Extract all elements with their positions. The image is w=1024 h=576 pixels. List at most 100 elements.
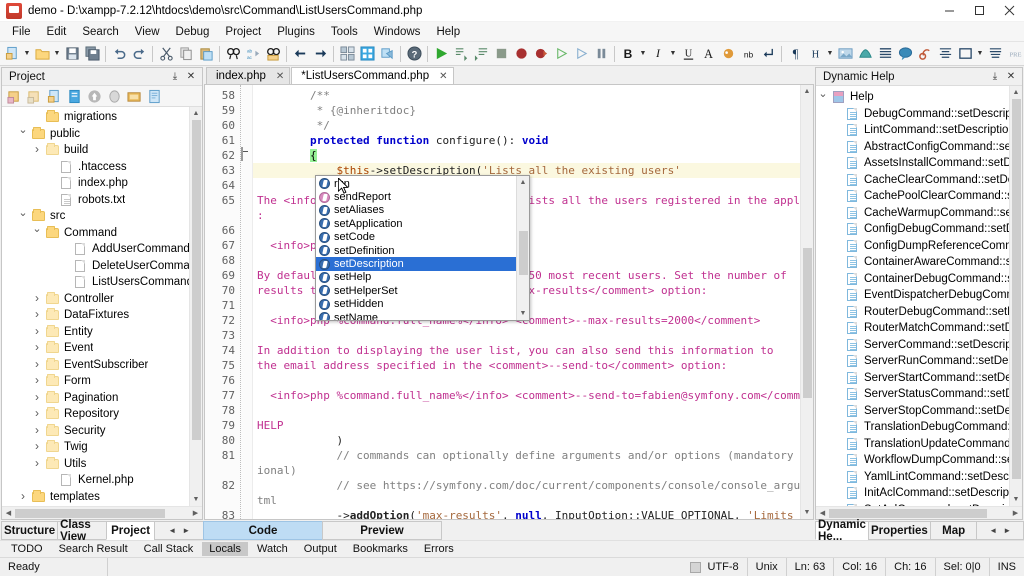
help-tree-item[interactable]: CachePoolClearCommand::setDescrip [816,188,1022,205]
help-tree-item[interactable]: DebugCommand::setDescription met [816,106,1022,123]
close-button[interactable] [994,0,1024,22]
code-line[interactable]: HELP [253,418,813,433]
help-tree-item[interactable]: ServerStatusCommand::setDescriptio [816,386,1022,403]
help-tree-item[interactable]: CacheClearCommand::setDescription [816,172,1022,189]
menu-item-plugins[interactable]: Plugins [269,23,323,41]
help-tree-item[interactable]: InitAclCommand::setDescription met [816,485,1022,502]
tree-item-robots-txt[interactable]: robots.txt [2,192,202,209]
menu-item-tools[interactable]: Tools [323,23,366,41]
pin-icon[interactable]: ⤓ [989,71,1001,82]
pin-icon[interactable]: ⤓ [169,71,181,82]
grid-icon[interactable] [337,44,357,64]
maximize-button[interactable] [964,0,994,22]
autocomplete-scrollbar[interactable]: ▲ ▼ [516,176,529,320]
tree-item-repository[interactable]: Repository [2,406,202,423]
tree-item-addusercommand-php[interactable]: AddUserCommand.php [2,241,202,258]
menu-item-edit[interactable]: Edit [39,23,75,41]
menu-item-project[interactable]: Project [217,23,269,41]
help-tree-item[interactable]: ServerCommand::setDescription met [816,337,1022,354]
chevron-right-icon[interactable] [30,372,44,390]
help-tree-item[interactable]: RouterMatchCommand::setDescriptio [816,320,1022,337]
tree-item-utils[interactable]: Utils [2,456,202,473]
undo-icon[interactable] [109,44,129,64]
folder-options-icon[interactable] [124,87,144,106]
tool-tab-output[interactable]: Output [297,542,344,556]
scroll-right-icon[interactable]: ► [179,526,193,535]
chevron-right-icon[interactable] [30,389,44,407]
fold-gutter[interactable] [241,85,253,519]
editor-tab[interactable]: index.php ✕ [206,67,291,84]
heading-icon[interactable]: H [805,44,825,64]
scroll-right-icon[interactable]: ▶ [189,507,202,520]
pause-icon[interactable] [591,44,611,64]
dock-tab-nav[interactable]: ◄ ► [154,521,204,540]
help-tree-item[interactable]: ServerRunCommand::setDescription [816,353,1022,370]
help-tree-item[interactable]: ContainerDebugCommand::setDescri [816,271,1022,288]
chevron-right-icon[interactable] [30,405,44,423]
help-tree-item[interactable]: YamlLintCommand::setDescription m [816,469,1022,486]
tool-tab-errors[interactable]: Errors [417,542,461,556]
breakpoint-icon[interactable] [511,44,531,64]
tree-item-tests[interactable]: tests [2,505,202,506]
status-line-ending[interactable]: Unix [748,557,787,576]
chevron-down-icon[interactable]: ▼ [22,44,32,64]
breakpoint-remove-icon[interactable] [531,44,551,64]
italic-icon[interactable]: I [648,44,668,64]
menu-item-file[interactable]: File [4,23,39,41]
autocomplete-item[interactable]: setName [316,311,516,320]
chevron-down-icon[interactable]: ▼ [975,44,985,64]
new-file-blue-icon[interactable] [64,87,84,106]
chevron-right-icon[interactable] [30,306,44,324]
autocomplete-item[interactable]: setHidden [316,298,516,311]
code-line[interactable]: protected function configure(): void [253,133,813,148]
run-cursor-icon[interactable] [551,44,571,64]
help-tree-vscrollbar[interactable]: ▲ ▼ [1009,86,1022,506]
cut-icon[interactable] [156,44,176,64]
compare-icon[interactable] [104,87,124,106]
sitemap-icon[interactable] [357,44,377,64]
autocomplete-list[interactable]: run sendReport setAliases setApplication set… [316,176,516,320]
autocomplete-item[interactable]: sendReport [316,190,516,203]
code-line[interactable]: ional) [253,463,813,478]
stop-icon[interactable] [491,44,511,64]
dock-tab-class-view[interactable]: Class View [57,519,107,543]
dock-tab-structure[interactable]: Structure [1,521,59,540]
autocomplete-item[interactable]: setCode [316,231,516,244]
new-file-icon[interactable] [44,87,64,106]
tree-item--htaccess[interactable]: .htaccess [2,159,202,176]
scroll-up-icon[interactable]: ▲ [1010,86,1023,99]
bold-icon[interactable]: B [618,44,638,64]
help-tree-hscrollbar[interactable]: ◀ ▶ [816,506,1022,519]
help-tree-item[interactable]: TranslationUpdateCommand::setDes [816,436,1022,453]
new-file-icon[interactable] [2,44,22,64]
chevron-right-icon[interactable] [30,422,44,440]
scroll-right-icon[interactable]: ► [1000,526,1014,535]
help-tree-item[interactable]: SetAclCommand::setDescription met [816,502,1022,506]
tree-item-event[interactable]: Event [2,340,202,357]
code-line[interactable]: ->addOption('max-results', null, InputOp… [253,508,813,519]
code-line[interactable]: ) [253,433,813,448]
chevron-right-icon[interactable] [16,488,30,506]
help-tree[interactable]: ▲ ▼ HelpDebugCommand::setDescription met… [816,86,1022,506]
autocomplete-item[interactable]: setHelp [316,271,516,284]
menu-item-search[interactable]: Search [74,23,126,41]
help-tree-item[interactable]: ServerStopCommand::setDescription [816,403,1022,420]
autocomplete-item[interactable]: setDefinition [316,244,516,257]
autocomplete-popup[interactable]: run sendReport setAliases setApplication set… [315,175,530,321]
file-properties-icon[interactable] [144,87,164,106]
scroll-up-icon[interactable]: ▲ [801,85,814,98]
link-icon[interactable] [915,44,935,64]
scroll-thumb[interactable] [518,231,528,275]
nb-icon[interactable]: nb [738,44,758,64]
help-tree-item[interactable]: ContainerAwareCommand::setDescri [816,254,1022,271]
scroll-down-icon[interactable]: ▼ [517,307,530,320]
help-tree-item[interactable]: RouterDebugCommand::setDescriptio [816,304,1022,321]
code-line[interactable]: /** [253,88,813,103]
tree-item-datafixtures[interactable]: DataFixtures [2,307,202,324]
code-line[interactable] [253,328,813,343]
code-line[interactable]: <info>php %command.full_name%</info> <co… [253,388,813,403]
tool-tab-bookmarks[interactable]: Bookmarks [346,542,415,556]
close-icon[interactable]: ✕ [185,71,197,82]
tree-item-templates[interactable]: templates [2,489,202,506]
tree-item-pagination[interactable]: Pagination [2,390,202,407]
